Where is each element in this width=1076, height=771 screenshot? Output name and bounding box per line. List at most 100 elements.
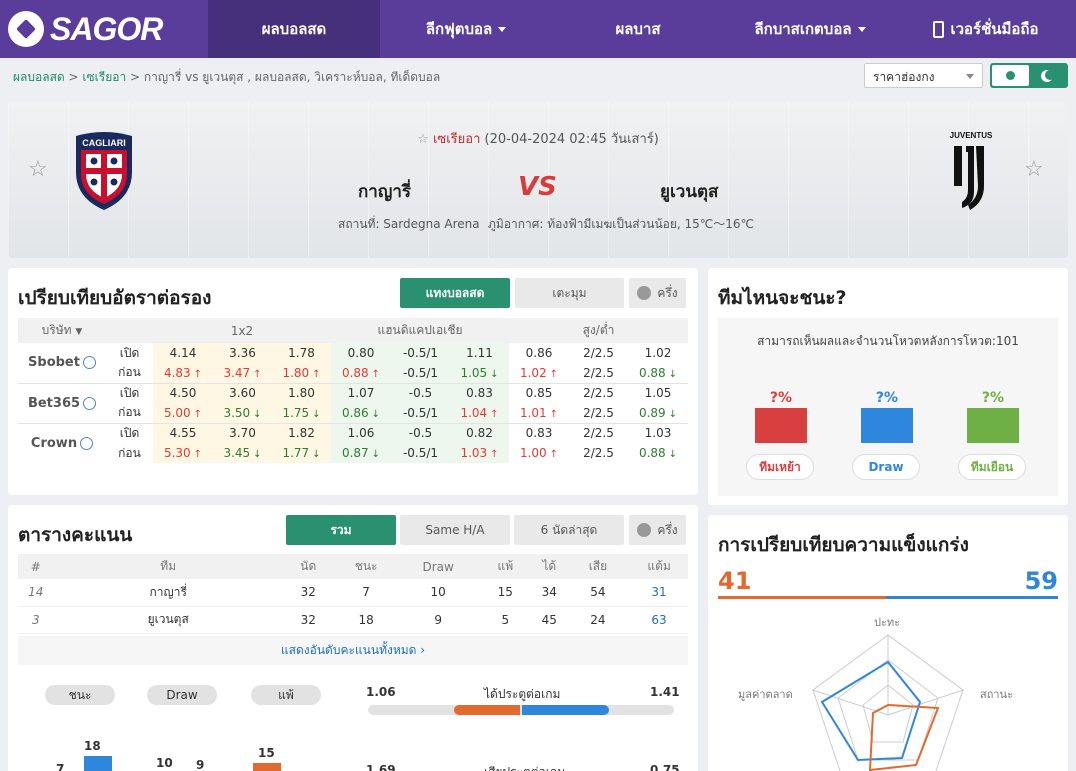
arrow-down-icon: ↓: [312, 408, 321, 420]
odds-cell[interactable]: 3.60: [213, 382, 272, 403]
odds-cell[interactable]: 0.83: [509, 422, 569, 443]
odds-cell[interactable]: 0.88 ↓: [628, 363, 688, 383]
half-toggle[interactable]: ครึ่ง: [629, 278, 686, 308]
odds-cell[interactable]: 1.80: [272, 382, 331, 403]
league-star-icon[interactable]: ☆: [417, 132, 429, 147]
odds-cell[interactable]: 0.87 ↓: [331, 443, 391, 463]
odds-cell[interactable]: 1.01 ↑: [509, 403, 569, 423]
odds-cell[interactable]: 0.89 ↓: [628, 403, 688, 423]
odds-cell[interactable]: 3.47 ↑: [213, 363, 272, 383]
odds-cell[interactable]: 4.55: [153, 422, 213, 443]
tab-live-betting[interactable]: แทงบอลสด: [400, 278, 510, 308]
odds-cell[interactable]: 2/2.5: [569, 443, 628, 463]
league-link[interactable]: เซเรียอา: [433, 132, 480, 147]
trend-chart-icon[interactable]: [83, 396, 97, 410]
checkbox-icon[interactable]: [637, 523, 652, 537]
favorite-star-icon[interactable]: ☆: [28, 159, 50, 181]
odds-cell[interactable]: -0.5: [391, 422, 450, 443]
odds-cell[interactable]: 1.03: [628, 422, 688, 443]
odds-cell[interactable]: -0.5/1: [391, 363, 450, 383]
nav-mobile-version[interactable]: เวอร์ชั่นมือถือ: [896, 0, 1076, 58]
show-all-standings-link[interactable]: แสดงอันดับคะแนนทั้งหมด ›: [18, 636, 688, 665]
odds-cell[interactable]: -0.5/1: [391, 403, 450, 423]
odds-cell[interactable]: 1.03 ↑: [450, 443, 509, 463]
nav-basketball-leagues[interactable]: ลีกบาสเกตบอล: [724, 0, 896, 58]
odds-cell[interactable]: 1.77 ↓: [272, 443, 331, 463]
odds-cell[interactable]: 1.78: [272, 343, 331, 363]
odds-format-select[interactable]: ราคาฮ่องกง: [864, 63, 983, 88]
checkbox-icon[interactable]: [637, 286, 652, 300]
odds-cell[interactable]: 1.00 ↑: [509, 443, 569, 463]
site-logo[interactable]: SAGOR: [0, 0, 208, 58]
odds-cell[interactable]: 0.80: [331, 343, 391, 363]
odds-cell[interactable]: 1.05 ↓: [450, 363, 509, 383]
odds-cell[interactable]: 1.75 ↓: [272, 403, 331, 423]
tab-last-6[interactable]: 6 นัดล่าสุด: [514, 515, 624, 545]
odds-cell[interactable]: 1.06: [331, 422, 391, 443]
odds-cell[interactable]: 1.02 ↑: [509, 363, 569, 383]
odds-cell[interactable]: 2/2.5: [569, 382, 628, 403]
sun-icon[interactable]: [992, 65, 1029, 86]
standings-cell[interactable]: ยูเวนตุส: [53, 606, 283, 634]
odds-cell[interactable]: 1.11: [450, 343, 509, 363]
odds-cell[interactable]: 0.86 ↓: [331, 403, 391, 423]
odds-cell[interactable]: 0.86: [509, 343, 569, 363]
theme-toggle[interactable]: [990, 63, 1068, 88]
nav-football-leagues[interactable]: ลีกฟุตบอล: [380, 0, 552, 58]
odds-cell[interactable]: 2/2.5: [569, 403, 628, 423]
odds-cell[interactable]: 0.85: [509, 382, 569, 403]
table-row[interactable]: 3 ยูเวนตุส 32 18 9 5 45 24 63: [18, 606, 688, 634]
radar-axis-h2h: ปะทะ: [874, 616, 901, 629]
col-company[interactable]: บริษัท ▼: [18, 318, 106, 343]
odds-cell[interactable]: 4.50: [153, 382, 213, 403]
nav-live-scores[interactable]: ผลบอลสด: [208, 0, 380, 58]
odds-cell[interactable]: -0.5/1: [391, 443, 450, 463]
arrow-up-icon: ↑: [549, 368, 559, 380]
odds-cell[interactable]: 2/2.5: [569, 363, 628, 383]
bookmaker-bet365[interactable]: Bet365: [18, 382, 106, 423]
odds-cell[interactable]: -0.5: [391, 382, 450, 403]
nav-basketball-results[interactable]: ผลบาส: [552, 0, 724, 58]
vote-draw-button[interactable]: Draw: [852, 454, 920, 480]
odds-cell[interactable]: -0.5/1: [391, 343, 450, 363]
bookmaker-crown[interactable]: Crown: [18, 422, 106, 463]
tab-same-ha[interactable]: Same H/A: [400, 515, 510, 545]
breadcrumb-league[interactable]: เซเรียอา: [82, 70, 126, 84]
odds-cell[interactable]: 2/2.5: [569, 343, 628, 363]
odds-cell[interactable]: 4.83 ↑: [153, 363, 213, 383]
table-row[interactable]: 14 กาญารี่ 32 7 10 15 34 54 31: [18, 579, 688, 607]
home-team-name[interactable]: กาญารี่: [358, 178, 411, 205]
half-toggle[interactable]: ครึ่ง: [629, 515, 686, 545]
odds-cell[interactable]: 0.88 ↑: [331, 363, 391, 383]
favorite-star-icon[interactable]: ☆: [1024, 159, 1046, 181]
odds-cell[interactable]: 1.80 ↑: [272, 363, 331, 383]
odds-cell[interactable]: 1.07: [331, 382, 391, 403]
odds-cell[interactable]: 3.50 ↓: [213, 403, 272, 423]
trend-chart-icon[interactable]: [80, 436, 94, 450]
odds-cell[interactable]: 0.88 ↓: [628, 443, 688, 463]
tab-corners[interactable]: เตะมุม: [515, 278, 624, 308]
odds-cell[interactable]: 0.83: [450, 382, 509, 403]
odds-cell[interactable]: 3.70: [213, 422, 272, 443]
away-team-name[interactable]: ยูเวนตุส: [660, 178, 718, 205]
odds-cell[interactable]: 3.36: [213, 343, 272, 363]
odds-cell[interactable]: 3.45 ↓: [213, 443, 272, 463]
odds-cell[interactable]: 1.02: [628, 343, 688, 363]
bookmaker-sbobet[interactable]: Sbobet: [18, 343, 106, 383]
odds-cell[interactable]: 5.30 ↑: [153, 443, 213, 463]
odds-cell[interactable]: 2/2.5: [569, 422, 628, 443]
breadcrumb-home[interactable]: ผลบอลสด: [13, 70, 65, 84]
odds-cell[interactable]: 1.04 ↑: [450, 403, 509, 423]
vote-away-button[interactable]: ทีมเยือน: [958, 454, 1026, 480]
odds-cell[interactable]: 4.14: [153, 343, 213, 363]
odds-cell[interactable]: 0.82: [450, 422, 509, 443]
standings-cell[interactable]: กาญารี่: [53, 579, 283, 607]
odds-cell[interactable]: 1.05: [628, 382, 688, 403]
vote-home-button[interactable]: ทีมเหย้า: [746, 454, 814, 480]
loss-bar-home: [253, 763, 281, 771]
moon-icon[interactable]: [1029, 65, 1066, 86]
trend-chart-icon[interactable]: [82, 356, 96, 370]
odds-cell[interactable]: 5.00 ↑: [153, 403, 213, 423]
odds-cell[interactable]: 1.82: [272, 422, 331, 443]
tab-total[interactable]: รวม: [286, 515, 396, 545]
